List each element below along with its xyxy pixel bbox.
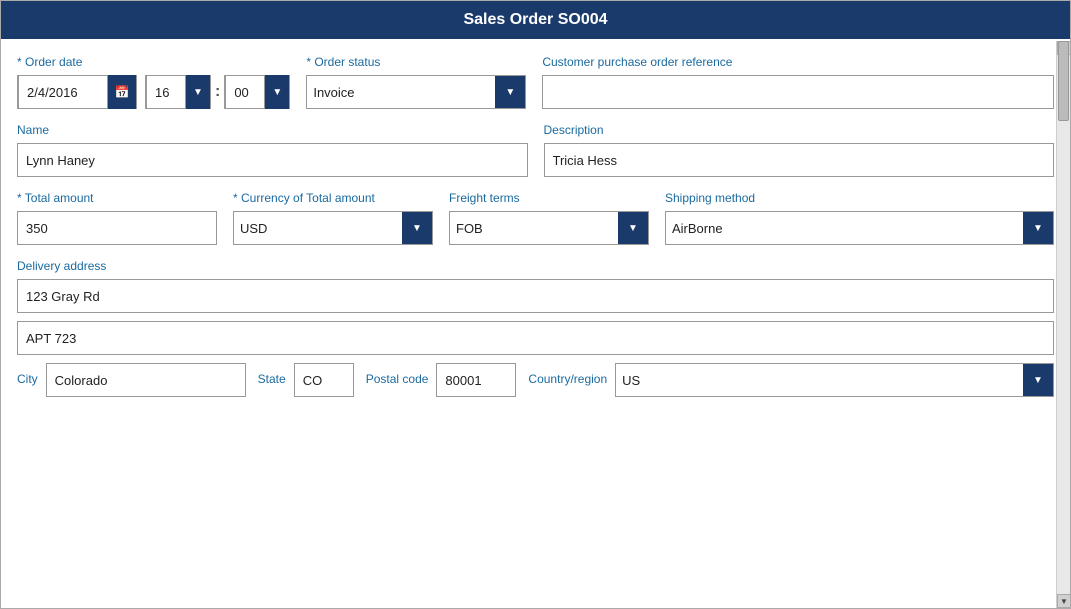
description-label: Description xyxy=(544,123,1055,137)
row-order-info: Order date 📅 ▼ xyxy=(17,55,1054,109)
order-date-input[interactable] xyxy=(18,75,108,109)
row-name-desc: Name Description xyxy=(17,123,1054,177)
currency-select-wrapper: USD EUR GBP ▼ xyxy=(233,211,433,245)
customer-po-label: Customer purchase order reference xyxy=(542,55,1054,69)
chevron-down-icon: ▼ xyxy=(272,87,282,98)
country-select-wrapper: US CA GB AU ▼ xyxy=(615,363,1054,397)
address-line1-input[interactable] xyxy=(17,279,1054,313)
hour-input[interactable] xyxy=(146,75,186,109)
form-content: Order date 📅 ▼ xyxy=(1,39,1070,608)
order-status-select[interactable]: Invoice Draft Confirmed Cancelled xyxy=(307,76,495,108)
order-status-chevron[interactable]: ▼ xyxy=(495,75,525,109)
city-label: City xyxy=(17,372,38,386)
freight-select[interactable]: FOB CIF EXW xyxy=(450,212,618,244)
delivery-address-label: Delivery address xyxy=(17,259,1054,273)
country-chevron[interactable]: ▼ xyxy=(1023,363,1053,397)
scrollbar: ▲ ▼ xyxy=(1056,41,1070,608)
shipping-chevron[interactable]: ▼ xyxy=(1023,211,1053,245)
country-label: Country/region xyxy=(528,372,607,386)
main-window: Sales Order SO004 Order date 📅 xyxy=(0,0,1071,609)
order-status-group: Order status Invoice Draft Confirmed Can… xyxy=(306,55,526,109)
chevron-down-icon: ▼ xyxy=(628,223,638,234)
scrollbar-thumb[interactable] xyxy=(1058,41,1069,121)
postal-input[interactable] xyxy=(436,363,516,397)
order-date-label: Order date xyxy=(17,55,290,69)
minute-wrapper: ▼ xyxy=(224,75,290,109)
shipping-select-wrapper: AirBorne Ground Express ▼ xyxy=(665,211,1054,245)
calendar-icon: 📅 xyxy=(115,85,130,99)
order-status-label: Order status xyxy=(306,55,526,69)
freight-terms-label: Freight terms xyxy=(449,191,649,205)
minute-chevron[interactable]: ▼ xyxy=(265,75,289,109)
title-bar: Sales Order SO004 xyxy=(1,1,1070,39)
delivery-section: Delivery address City State Postal code … xyxy=(17,259,1054,397)
scroll-down-button[interactable]: ▼ xyxy=(1057,594,1071,608)
hour-wrapper: ▼ xyxy=(145,75,211,109)
city-state-row: City State Postal code Country/region US… xyxy=(17,363,1054,397)
shipping-method-group: Shipping method AirBorne Ground Express … xyxy=(665,191,1054,245)
state-input[interactable] xyxy=(294,363,354,397)
chevron-down-icon: ▼ xyxy=(1033,375,1043,386)
currency-chevron[interactable]: ▼ xyxy=(402,211,432,245)
customer-po-group: Customer purchase order reference xyxy=(542,55,1054,109)
date-input-wrapper: 📅 xyxy=(17,75,137,109)
calendar-button[interactable]: 📅 xyxy=(108,75,136,109)
state-label: State xyxy=(258,372,286,386)
order-date-group: Order date 📅 ▼ xyxy=(17,55,290,109)
postal-label: Postal code xyxy=(366,372,429,386)
freight-terms-group: Freight terms FOB CIF EXW ▼ xyxy=(449,191,649,245)
chevron-down-icon: ▼ xyxy=(1033,223,1043,234)
currency-label: Currency of Total amount xyxy=(233,191,433,205)
currency-group: Currency of Total amount USD EUR GBP ▼ xyxy=(233,191,433,245)
description-input[interactable] xyxy=(544,143,1055,177)
country-select[interactable]: US CA GB AU xyxy=(616,364,1023,396)
address-line2-input[interactable] xyxy=(17,321,1054,355)
currency-select[interactable]: USD EUR GBP xyxy=(234,212,402,244)
total-amount-label: Total amount xyxy=(17,191,217,205)
time-colon: : xyxy=(213,83,222,101)
shipping-method-label: Shipping method xyxy=(665,191,1054,205)
freight-select-wrapper: FOB CIF EXW ▼ xyxy=(449,211,649,245)
total-amount-input[interactable] xyxy=(17,211,217,245)
chevron-down-icon: ▼ xyxy=(412,223,422,234)
chevron-down-icon: ▼ xyxy=(505,87,515,98)
name-group: Name xyxy=(17,123,528,177)
chevron-down-icon: ▼ xyxy=(193,87,203,98)
row-amounts: Total amount Currency of Total amount US… xyxy=(17,191,1054,245)
time-part: ▼ : ▼ xyxy=(145,75,290,109)
name-input[interactable] xyxy=(17,143,528,177)
total-amount-group: Total amount xyxy=(17,191,217,245)
city-input[interactable] xyxy=(46,363,246,397)
hour-chevron[interactable]: ▼ xyxy=(186,75,210,109)
order-status-select-wrapper: Invoice Draft Confirmed Cancelled ▼ xyxy=(306,75,526,109)
shipping-select[interactable]: AirBorne Ground Express xyxy=(666,212,1023,244)
name-label: Name xyxy=(17,123,528,137)
customer-po-input[interactable] xyxy=(542,75,1054,109)
freight-chevron[interactable]: ▼ xyxy=(618,211,648,245)
minute-input[interactable] xyxy=(225,75,265,109)
description-group: Description xyxy=(544,123,1055,177)
page-title: Sales Order SO004 xyxy=(463,11,607,28)
